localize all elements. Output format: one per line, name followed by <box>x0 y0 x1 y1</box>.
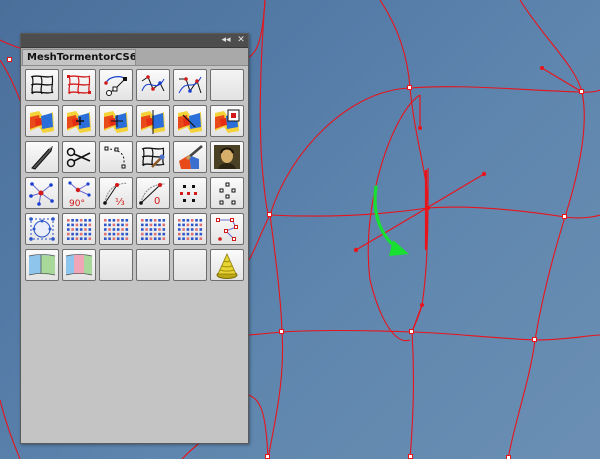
tool-button-gradient-mesh-add[interactable] <box>62 105 96 137</box>
tool-button-mona-lisa-warp[interactable] <box>210 141 244 173</box>
tool-button-curve-dashed[interactable] <box>99 141 133 173</box>
tool-button-gradient-mesh-split[interactable] <box>136 105 170 137</box>
star-nodes-icon <box>27 179 57 207</box>
tool-button-thirds-curve[interactable]: ⅓ <box>99 177 133 209</box>
dot-grid-red-icon <box>175 179 205 207</box>
tool-button-star-nodes[interactable] <box>25 177 59 209</box>
panel-tab-row: MeshTormentorCS6 <box>21 48 248 66</box>
bezier-nodes-icon <box>138 71 168 99</box>
tool-button-colored-patch-pink[interactable] <box>62 249 96 281</box>
empty-tool-slot[interactable] <box>99 249 133 281</box>
tool-button-knife[interactable] <box>25 141 59 173</box>
warp-mesh-icon <box>27 71 57 99</box>
tool-button-rotate-90[interactable]: 90° <box>62 177 96 209</box>
tab-mesh-tormentor[interactable]: MeshTormentorCS6 <box>22 49 136 65</box>
tool-button-gradient-mesh-frame[interactable] <box>210 105 244 137</box>
dot-grid-black-icon <box>212 179 242 207</box>
tool-button-blue-grid[interactable] <box>136 213 170 245</box>
tool-button-brush-gradient[interactable] <box>173 141 207 173</box>
tool-button-blue-grid[interactable] <box>62 213 96 245</box>
gradient-mesh-move-icon <box>101 107 131 135</box>
blue-grid-icon-3 <box>138 215 168 243</box>
tool-button-dot-grid-black[interactable] <box>210 177 244 209</box>
tool-button-zigzag-path[interactable] <box>210 213 244 245</box>
tool-button-warp-mesh[interactable] <box>25 69 59 101</box>
tool-button-bezier-nodes[interactable] <box>136 69 170 101</box>
zigzag-path-icon <box>212 215 242 243</box>
node-path-icon <box>101 71 131 99</box>
mesh-tormentor-panel: ◂◂ ✕ MeshTormentorCS6 90° ⅓ 0 <box>20 33 249 444</box>
svg-text:0: 0 <box>154 196 160 207</box>
tool-button-colored-patch[interactable] <box>25 249 59 281</box>
blue-grid-icon <box>64 215 94 243</box>
empty-tool-slot[interactable] <box>173 249 207 281</box>
gradient-mesh-add-icon <box>64 107 94 135</box>
tool-button-gradient-mesh-edit[interactable] <box>173 105 207 137</box>
tool-button-zero-curve[interactable]: 0 <box>136 177 170 209</box>
colored-patch-pink-icon <box>64 251 94 279</box>
tool-button-gradient-mesh[interactable] <box>25 105 59 137</box>
curve-dashed-icon <box>101 143 131 171</box>
tool-button-node-path[interactable] <box>99 69 133 101</box>
tool-button-paint-mesh[interactable] <box>136 141 170 173</box>
gradient-mesh-edit-icon <box>175 107 205 135</box>
svg-text:90°: 90° <box>69 199 85 207</box>
cone-icon <box>212 251 242 279</box>
mona-lisa-warp-icon <box>212 143 242 171</box>
svg-text:⅓: ⅓ <box>115 197 125 207</box>
tool-button-bezier-nodes-alt[interactable] <box>173 69 207 101</box>
paint-mesh-icon <box>138 143 168 171</box>
knife-icon <box>27 143 57 171</box>
zero-curve-icon: 0 <box>138 179 168 207</box>
tool-button-gradient-mesh-move[interactable] <box>99 105 133 137</box>
tool-button-blue-grid[interactable] <box>99 213 133 245</box>
blue-grid-icon-2 <box>101 215 131 243</box>
close-panel-button[interactable]: ✕ <box>235 34 247 47</box>
tool-button-red-warp-mesh[interactable] <box>62 69 96 101</box>
gradient-mesh-frame-icon <box>212 107 242 135</box>
tool-button-dot-grid-red[interactable] <box>173 177 207 209</box>
colored-patch-icon <box>27 251 57 279</box>
bezier-nodes-alt-icon <box>175 71 205 99</box>
tool-button-scissors[interactable] <box>62 141 96 173</box>
gradient-mesh-split-icon <box>138 107 168 135</box>
empty-tool-slot[interactable] <box>210 69 244 101</box>
scissors-icon <box>64 143 94 171</box>
tool-button-mesh-circle[interactable] <box>25 213 59 245</box>
blue-grid-icon-4 <box>175 215 205 243</box>
thirds-curve-icon: ⅓ <box>101 179 131 207</box>
tool-button-cone[interactable] <box>210 249 244 281</box>
gradient-mesh-icon <box>27 107 57 135</box>
tool-grid: 90° ⅓ 0 <box>25 69 244 281</box>
collapse-panel-button[interactable]: ◂◂ <box>220 34 232 47</box>
empty-tool-slot[interactable] <box>136 249 170 281</box>
brush-gradient-icon <box>175 143 205 171</box>
red-warp-mesh-icon <box>64 71 94 99</box>
panel-title-bar[interactable]: ◂◂ ✕ <box>21 34 248 48</box>
rotate-90-icon: 90° <box>64 179 94 207</box>
mesh-circle-icon <box>27 215 57 243</box>
tool-button-blue-grid[interactable] <box>173 213 207 245</box>
